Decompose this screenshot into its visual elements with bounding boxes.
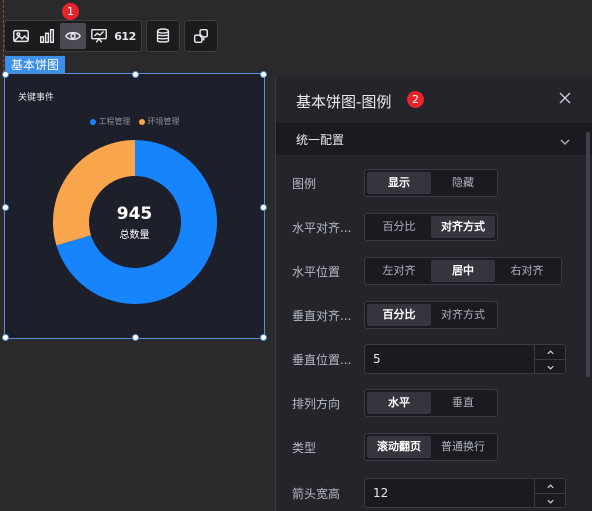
panel-title: 基本饼图-图例 <box>296 93 392 111</box>
row-h-position: 水平位置 左对齐 居中 右对齐 <box>292 257 562 285</box>
stepper-down-icon[interactable] <box>535 359 565 374</box>
option-show[interactable]: 显示 <box>367 172 431 194</box>
row-label: 排列方向 <box>292 396 341 411</box>
input-value: 5 <box>373 352 381 366</box>
close-icon[interactable] <box>557 90 573 106</box>
resize-handle-bl[interactable] <box>2 334 9 341</box>
chart-legend[interactable]: 工程管理 环境管理 <box>5 116 264 127</box>
step-badge-2: 2 <box>407 91 424 108</box>
number-612-label: 612 <box>114 29 136 43</box>
option-hide[interactable]: 隐藏 <box>431 172 495 194</box>
option-vertical[interactable]: 垂直 <box>431 392 495 414</box>
number-612-icon[interactable]: 612 <box>112 23 138 49</box>
row-label: 水平位置 <box>292 264 341 279</box>
option-horizontal[interactable]: 水平 <box>367 392 431 414</box>
v-align-mode-toggle[interactable]: 百分比 对齐方式 <box>364 301 498 329</box>
resize-handle-l[interactable] <box>2 204 9 211</box>
row-label: 垂直对齐... <box>292 308 352 323</box>
arrow-width-input[interactable]: 12 <box>364 478 566 508</box>
toolbar-group-link <box>184 20 218 52</box>
panel-scrollbar[interactable] <box>586 132 590 377</box>
legend-dot <box>89 118 96 125</box>
section-title: 统一配置 <box>296 133 345 147</box>
input-value: 12 <box>373 486 389 500</box>
row-label: 图例 <box>292 176 317 191</box>
orientation-toggle[interactable]: 水平 垂直 <box>364 389 498 417</box>
legend-config-panel: 基本饼图-图例 2 统一配置 图例 显示 隐藏 水平对齐... 百分比 对齐方式… <box>275 77 592 511</box>
legend-toggle[interactable]: 显示 隐藏 <box>364 169 498 197</box>
row-type: 类型 滚动翻页 普通换行 <box>292 433 498 461</box>
toolbar-group-data <box>146 20 180 52</box>
option-scroll-page[interactable]: 滚动翻页 <box>367 436 431 458</box>
row-label: 水平对齐... <box>292 220 352 235</box>
row-arrow-width: 箭头宽高 12 <box>292 478 566 508</box>
database-icon[interactable] <box>150 23 176 49</box>
stepper-up-icon[interactable] <box>535 479 565 493</box>
screen-chart-icon[interactable] <box>86 23 112 49</box>
row-v-position: 垂直位置... 5 <box>292 344 566 374</box>
chevron-down-icon[interactable] <box>559 133 571 145</box>
eye-icon[interactable] <box>60 23 86 49</box>
option-percent[interactable]: 百分比 <box>367 216 431 238</box>
step-badge-1: 1 <box>62 3 79 20</box>
total-label: 总数量 <box>119 230 150 241</box>
legend-dot <box>138 118 145 125</box>
resize-handle-tl[interactable] <box>2 71 9 78</box>
option-wrap[interactable]: 普通换行 <box>431 436 495 458</box>
widget-toolbar: 612 <box>4 20 218 52</box>
section-header-unified[interactable]: 统一配置 <box>276 123 592 155</box>
number-stepper[interactable] <box>534 479 565 507</box>
link-swap-icon[interactable] <box>188 23 214 49</box>
stepper-down-icon[interactable] <box>535 493 565 508</box>
legend-label: 环境管理 <box>147 117 180 126</box>
option-percent[interactable]: 百分比 <box>367 304 431 326</box>
legend-item-0[interactable]: 工程管理 <box>89 116 131 127</box>
row-h-align-mode: 水平对齐... 百分比 对齐方式 <box>292 213 498 241</box>
row-legend: 图例 显示 隐藏 <box>292 169 498 197</box>
option-align[interactable]: 对齐方式 <box>431 216 495 238</box>
bar-chart-icon[interactable] <box>34 23 60 49</box>
toolbar-group-main: 612 <box>4 20 142 52</box>
stepper-up-icon[interactable] <box>535 345 565 359</box>
widget-tag[interactable]: 基本饼图 <box>5 56 66 74</box>
number-stepper[interactable] <box>534 345 565 373</box>
legend-label: 工程管理 <box>98 117 131 126</box>
resize-handle-t[interactable] <box>132 71 139 78</box>
image-icon[interactable] <box>8 23 34 49</box>
pie-chart-widget[interactable]: 关键事件 工程管理 环境管理 945 总数量 <box>2 71 267 341</box>
row-label: 箭头宽高 <box>292 486 341 501</box>
v-position-input[interactable]: 5 <box>364 344 566 374</box>
panel-header: 基本饼图-图例 2 <box>276 77 592 123</box>
chart-title: 关键事件 <box>18 93 55 103</box>
resize-handle-tr[interactable] <box>260 71 267 78</box>
resize-handle-br[interactable] <box>260 334 267 341</box>
option-align[interactable]: 对齐方式 <box>431 304 495 326</box>
row-v-align-mode: 垂直对齐... 百分比 对齐方式 <box>292 301 498 329</box>
option-right[interactable]: 右对齐 <box>495 260 559 282</box>
total-value: 945 <box>116 204 153 224</box>
resize-handle-r[interactable] <box>260 204 267 211</box>
row-label: 类型 <box>292 440 317 455</box>
h-align-mode-toggle[interactable]: 百分比 对齐方式 <box>364 213 498 241</box>
type-toggle[interactable]: 滚动翻页 普通换行 <box>364 433 498 461</box>
resize-handle-b[interactable] <box>132 334 139 341</box>
h-position-toggle[interactable]: 左对齐 居中 右对齐 <box>364 257 562 285</box>
legend-item-1[interactable]: 环境管理 <box>138 116 180 127</box>
option-left[interactable]: 左对齐 <box>367 260 431 282</box>
option-center[interactable]: 居中 <box>431 260 495 282</box>
row-label: 垂直位置... <box>292 352 352 367</box>
row-orientation: 排列方向 水平 垂直 <box>292 389 498 417</box>
